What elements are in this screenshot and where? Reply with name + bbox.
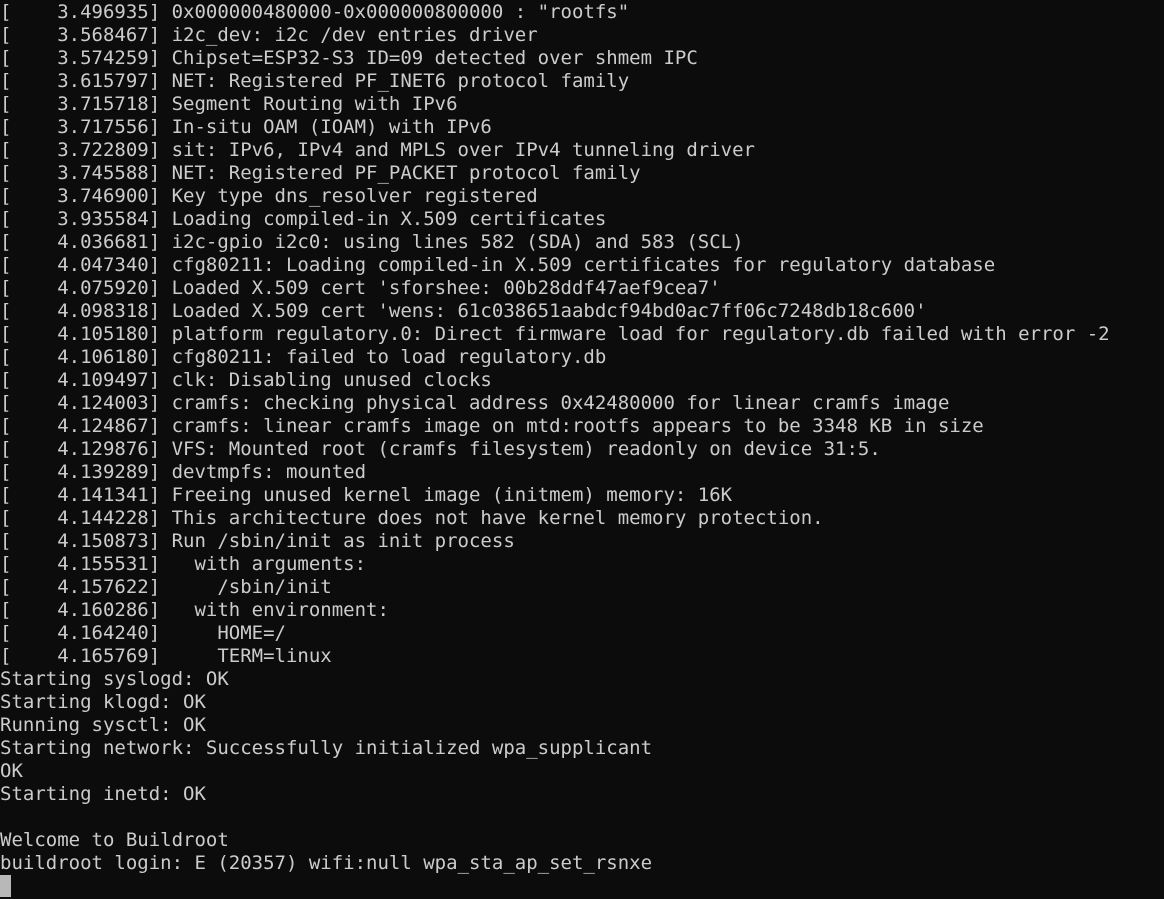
terminal-line: [ 4.144228] This architecture does not h… [0,507,824,529]
terminal-line: Starting klogd: OK [0,691,206,713]
terminal-line: OK [0,760,23,782]
terminal-line: [ 4.160286] with environment: [0,599,389,621]
terminal-line: [ 4.105180] platform regulatory.0: Direc… [0,323,1110,345]
terminal-output[interactable]: [ 3.496935] 0x000000480000-0x00000080000… [0,1,1110,898]
terminal-line: [ 4.124003] cramfs: checking physical ad… [0,392,950,414]
terminal-line: [ 4.139289] devtmpfs: mounted [0,461,367,483]
terminal-line: Starting inetd: OK [0,783,206,805]
terminal-line: [ 3.615797] NET: Registered PF_INET6 pro… [0,70,630,92]
prompt-line[interactable] [0,875,1110,898]
terminal-line: [ 3.745588] NET: Registered PF_PACKET pr… [0,162,641,184]
terminal-line: [ 4.098318] Loaded X.509 cert 'wens: 61c… [0,300,927,322]
terminal-line: Welcome to Buildroot [0,829,229,851]
terminal-line: [ 4.106180] cfg80211: failed to load reg… [0,346,607,368]
terminal-line: Running sysctl: OK [0,714,206,736]
terminal-line: [ 4.109497] clk: Disabling unused clocks [0,369,492,391]
terminal-line: [ 4.157622] /sbin/init [0,576,332,598]
terminal-line: [ 3.574259] Chipset=ESP32-S3 ID=09 detec… [0,47,698,69]
terminal-line: buildroot login: E (20357) wifi:null wpa… [0,852,653,874]
terminal-line: [ 4.150873] Run /sbin/init as init proce… [0,530,515,552]
terminal-line: [ 4.075920] Loaded X.509 cert 'sforshee:… [0,277,721,299]
terminal-line: [ 4.047340] cfg80211: Loading compiled-i… [0,254,996,276]
terminal-line: [ 4.165769] TERM=linux [0,645,332,667]
terminal-line: [ 3.746900] Key type dns_resolver regist… [0,185,538,207]
terminal-line: [ 3.722809] sit: IPv6, IPv4 and MPLS ove… [0,139,755,161]
terminal-line: [ 3.715718] Segment Routing with IPv6 [0,93,458,115]
terminal-line: Starting network: Successfully initializ… [0,737,653,759]
terminal-line: [ 4.164240] HOME=/ [0,622,286,644]
terminal-line: [ 3.717556] In-situ OAM (IOAM) with IPv6 [0,116,492,138]
terminal-line: [ 4.129876] VFS: Mounted root (cramfs fi… [0,438,881,460]
terminal-line: [ 4.124867] cramfs: linear cramfs image … [0,415,984,437]
terminal-line: [ 3.496935] 0x000000480000-0x00000080000… [0,1,630,23]
terminal-line: [ 4.036681] i2c-gpio i2c0: using lines 5… [0,231,744,253]
terminal-line: Starting syslogd: OK [0,668,229,690]
terminal-line: [ 4.155531] with arguments: [0,553,367,575]
terminal-line: [ 3.935584] Loading compiled-in X.509 ce… [0,208,607,230]
text-cursor [0,875,11,897]
terminal-line: [ 4.141341] Freeing unused kernel image … [0,484,733,506]
terminal-line: [ 3.568467] i2c_dev: i2c /dev entries dr… [0,24,538,46]
